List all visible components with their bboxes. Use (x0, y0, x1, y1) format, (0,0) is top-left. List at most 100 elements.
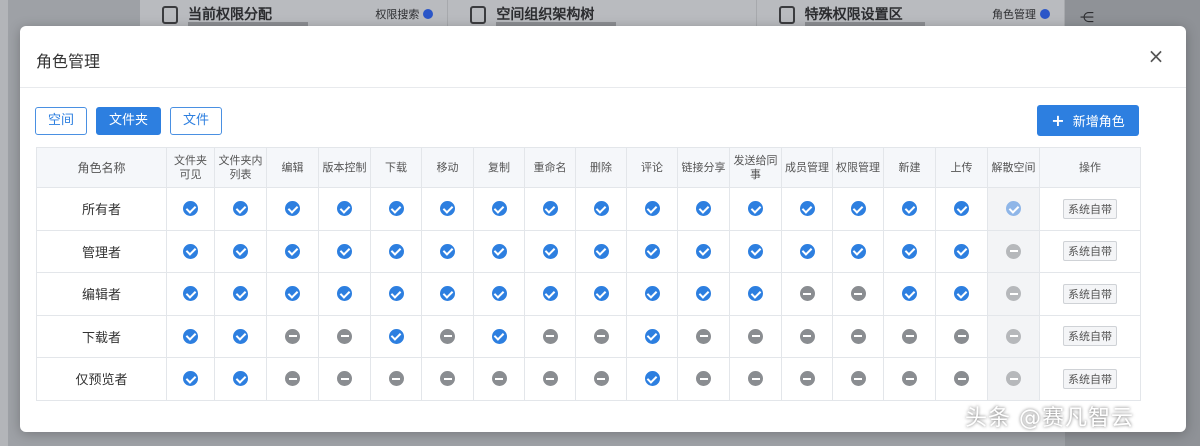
check-icon (799, 201, 815, 217)
tab-folder[interactable]: 文件夹 (96, 107, 162, 135)
permission-cell (214, 314, 267, 358)
column-header: 权限管理 (832, 147, 884, 188)
check-icon (902, 243, 917, 259)
permission-cell (832, 357, 884, 401)
permission-cell (421, 229, 474, 273)
deny-icon (954, 328, 969, 344)
column-header: 文件夹内列表 (214, 147, 267, 188)
permission-cell (626, 314, 678, 358)
check-icon (850, 201, 866, 217)
permission-cell (729, 357, 782, 401)
deny-icon (850, 286, 866, 302)
check-icon (440, 243, 455, 259)
role-name: 管理者 (36, 229, 167, 273)
permission-cell (370, 187, 422, 231)
permission-cell (832, 272, 884, 316)
system-builtin-tag: 系统自带 (1063, 241, 1117, 262)
column-header: 发送给同事 (729, 147, 782, 188)
check-icon (954, 201, 969, 217)
role-name: 下载者 (36, 314, 167, 358)
deny-icon (337, 371, 352, 387)
deny-icon (1006, 371, 1021, 387)
permission-cell (318, 357, 371, 401)
role-name: 仅预览者 (36, 357, 167, 401)
permission-cell (781, 314, 833, 358)
role-name: 所有者 (36, 187, 167, 231)
permission-cell (987, 314, 1040, 358)
role-management-dialog: 角色管理 × 空间 文件夹 文件 + 新增角色 角色名称 文件夹可见 文件夹内列表编… (20, 26, 1186, 432)
permission-cell (935, 229, 988, 273)
action-cell: 系统自带 (1039, 187, 1141, 231)
deny-icon (542, 328, 558, 344)
check-icon (593, 243, 609, 259)
tab-file[interactable]: 文件 (170, 107, 223, 135)
check-icon (337, 243, 352, 259)
permission-cell (729, 229, 782, 273)
permission-cell (318, 229, 371, 273)
card-title: 当前权限分配 (188, 7, 272, 23)
column-header: 新建 (883, 147, 936, 188)
permission-cell (473, 314, 525, 358)
check-icon (696, 286, 711, 302)
check-icon (491, 201, 507, 217)
permission-cell (166, 187, 215, 231)
check-icon (850, 243, 866, 259)
permission-cell (214, 272, 267, 316)
cup-icon (162, 6, 178, 24)
permission-cell (214, 357, 267, 401)
table-row: 所有者 系统自带 (36, 187, 1141, 231)
deny-icon (799, 371, 815, 387)
tab-space[interactable]: 空间 (35, 107, 88, 135)
check-icon (748, 243, 763, 259)
permission-cell (318, 187, 371, 231)
add-role-button[interactable]: + 新增角色 (1037, 105, 1139, 136)
column-header: 上传 (935, 147, 988, 188)
check-icon (644, 328, 660, 344)
permission-cell (524, 229, 576, 273)
check-icon (233, 328, 248, 344)
card-tag-label: 权限搜索 (375, 8, 420, 21)
action-cell: 系统自带 (1039, 229, 1141, 273)
table-row: 编辑者 系统自带 (36, 272, 1141, 316)
check-icon (644, 243, 660, 259)
check-icon (183, 286, 198, 302)
deny-icon (696, 328, 711, 344)
permission-cell (473, 357, 525, 401)
permission-cell (729, 187, 782, 231)
check-icon (491, 328, 507, 344)
check-icon (233, 243, 248, 259)
check-icon (440, 286, 455, 302)
deny-icon (902, 328, 917, 344)
permission-cell (883, 357, 936, 401)
deny-icon (440, 328, 455, 344)
dialog-title: 角色管理 (36, 52, 101, 71)
permission-cell (524, 314, 576, 358)
permission-cell (781, 187, 833, 231)
permission-cell (370, 357, 422, 401)
column-header: 复制 (473, 147, 525, 188)
permission-cell (575, 272, 627, 316)
system-builtin-tag: 系统自带 (1063, 326, 1117, 347)
column-header: 重命名 (524, 147, 576, 188)
permission-cell (883, 229, 936, 273)
permission-cell (677, 272, 730, 316)
close-icon[interactable]: × (1146, 46, 1166, 66)
action-cell: 系统自带 (1039, 314, 1141, 358)
permission-cell (473, 187, 525, 231)
deny-icon (850, 328, 866, 344)
column-header: 解散空间 (987, 147, 1040, 188)
permission-cell (266, 357, 319, 401)
permission-cell (524, 357, 576, 401)
permission-cell (421, 187, 474, 231)
card-title: 空间组织架构树 (496, 7, 595, 23)
permission-cell (370, 314, 422, 358)
permission-cell (781, 229, 833, 273)
hand-icon (778, 6, 795, 24)
watermark: 头条 @赛凡智云 (965, 406, 1134, 431)
check-icon (285, 243, 300, 259)
permission-cell (524, 272, 576, 316)
permission-cell (626, 357, 678, 401)
deny-icon (748, 328, 763, 344)
column-header: 链接分享 (677, 147, 730, 188)
check-icon (183, 328, 198, 344)
